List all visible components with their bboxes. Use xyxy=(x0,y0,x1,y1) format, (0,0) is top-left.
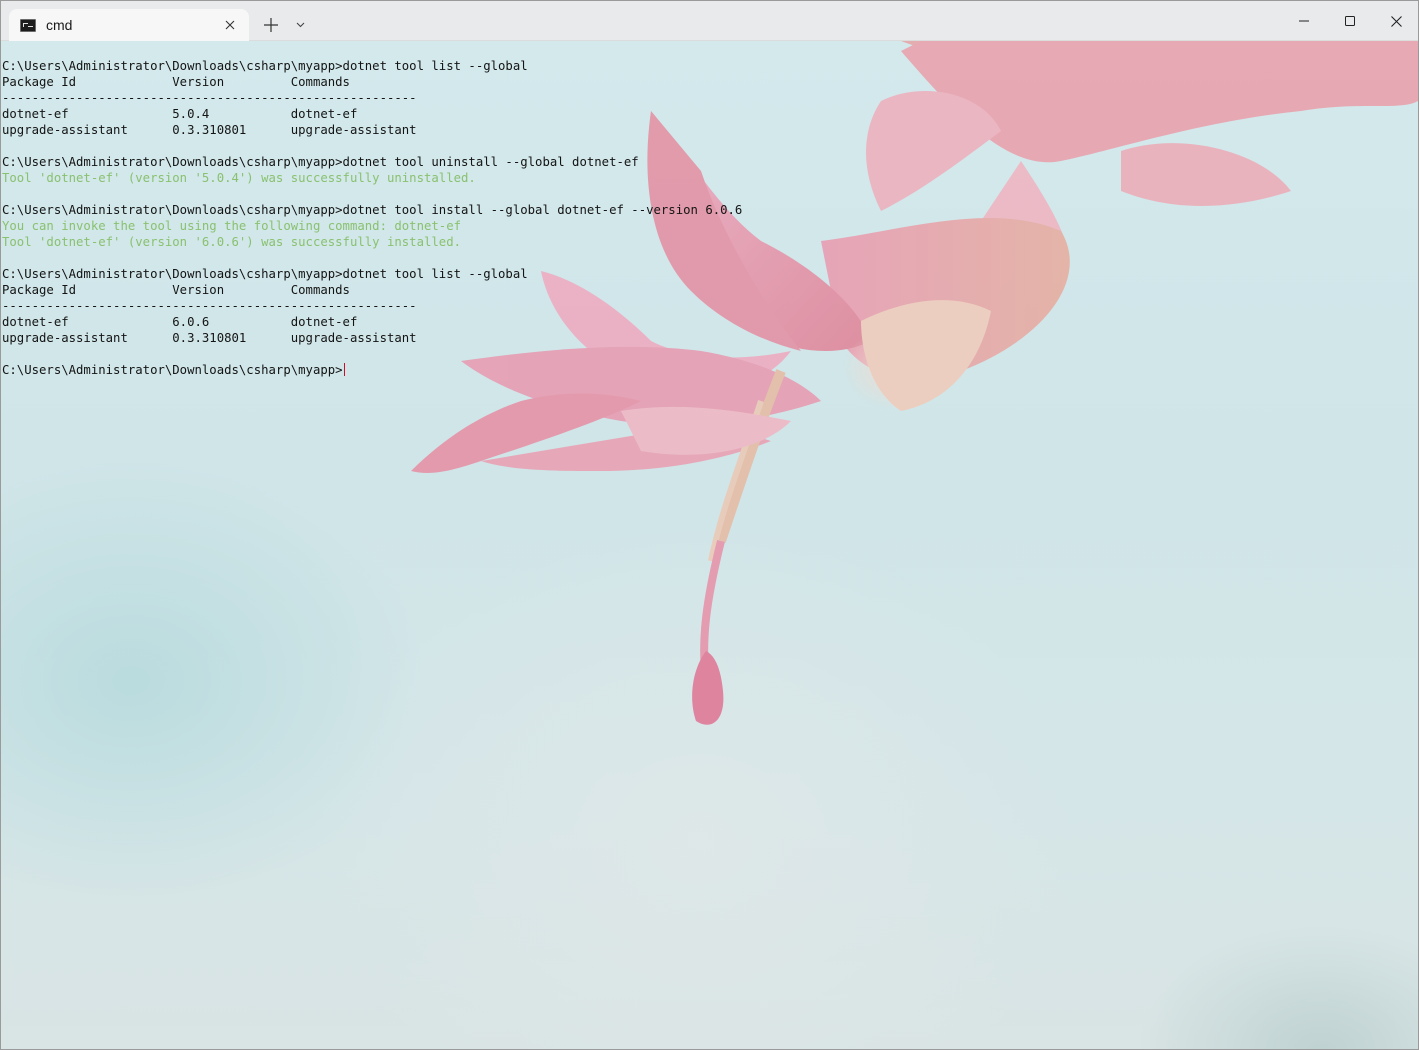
new-tab-button[interactable] xyxy=(257,11,285,39)
terminal-line-success: Tool 'dotnet-ef' (version '6.0.6') was s… xyxy=(2,235,462,249)
maximize-button[interactable] xyxy=(1327,1,1373,41)
text-cursor xyxy=(343,363,345,376)
tab-cmd[interactable]: cmd xyxy=(9,9,249,41)
command-prompt-icon xyxy=(20,19,36,32)
terminal-line: upgrade-assistant 0.3.310801 upgrade-ass… xyxy=(2,331,417,345)
title-bar[interactable]: cmd xyxy=(1,1,1418,41)
close-window-button[interactable] xyxy=(1373,1,1418,41)
command-prompt: C:\Users\Administrator\Downloads\csharp\… xyxy=(2,363,343,377)
terminal-line: upgrade-assistant 0.3.310801 upgrade-ass… xyxy=(2,123,417,137)
tab-dropdown-button[interactable] xyxy=(289,13,311,37)
terminal-line: ----------------------------------------… xyxy=(2,91,417,105)
plus-icon xyxy=(264,18,278,32)
terminal-line-success: Tool 'dotnet-ef' (version '5.0.4') was s… xyxy=(2,171,476,185)
terminal-line: C:\Users\Administrator\Downloads\csharp\… xyxy=(2,59,528,73)
close-icon xyxy=(225,20,235,30)
terminal-text: C:\Users\Administrator\Downloads\csharp\… xyxy=(2,58,742,378)
close-icon xyxy=(1390,15,1402,27)
minimize-icon xyxy=(1299,20,1309,22)
terminal-output-area[interactable]: C:\Users\Administrator\Downloads\csharp\… xyxy=(1,41,1418,1049)
tab-close-button[interactable] xyxy=(217,12,243,38)
terminal-line: Package Id Version Commands xyxy=(2,75,350,89)
terminal-line: Package Id Version Commands xyxy=(2,283,350,297)
terminal-line: ----------------------------------------… xyxy=(2,299,417,313)
terminal-line: C:\Users\Administrator\Downloads\csharp\… xyxy=(2,267,528,281)
terminal-line: dotnet-ef 5.0.4 dotnet-ef xyxy=(2,107,358,121)
terminal-line-success: You can invoke the tool using the follow… xyxy=(2,219,462,233)
chevron-down-icon xyxy=(296,22,304,28)
terminal-line: dotnet-ef 6.0.6 dotnet-ef xyxy=(2,315,358,329)
maximize-icon xyxy=(1345,16,1355,26)
terminal-line: C:\Users\Administrator\Downloads\csharp\… xyxy=(2,203,743,217)
terminal-window: cmd C:\Users\Administrator\Downloads\csh… xyxy=(0,0,1419,1050)
prompt-line[interactable]: C:\Users\Administrator\Downloads\csharp\… xyxy=(2,362,742,378)
tab-title: cmd xyxy=(46,17,73,33)
minimize-button[interactable] xyxy=(1281,1,1327,41)
terminal-line: C:\Users\Administrator\Downloads\csharp\… xyxy=(2,155,639,169)
